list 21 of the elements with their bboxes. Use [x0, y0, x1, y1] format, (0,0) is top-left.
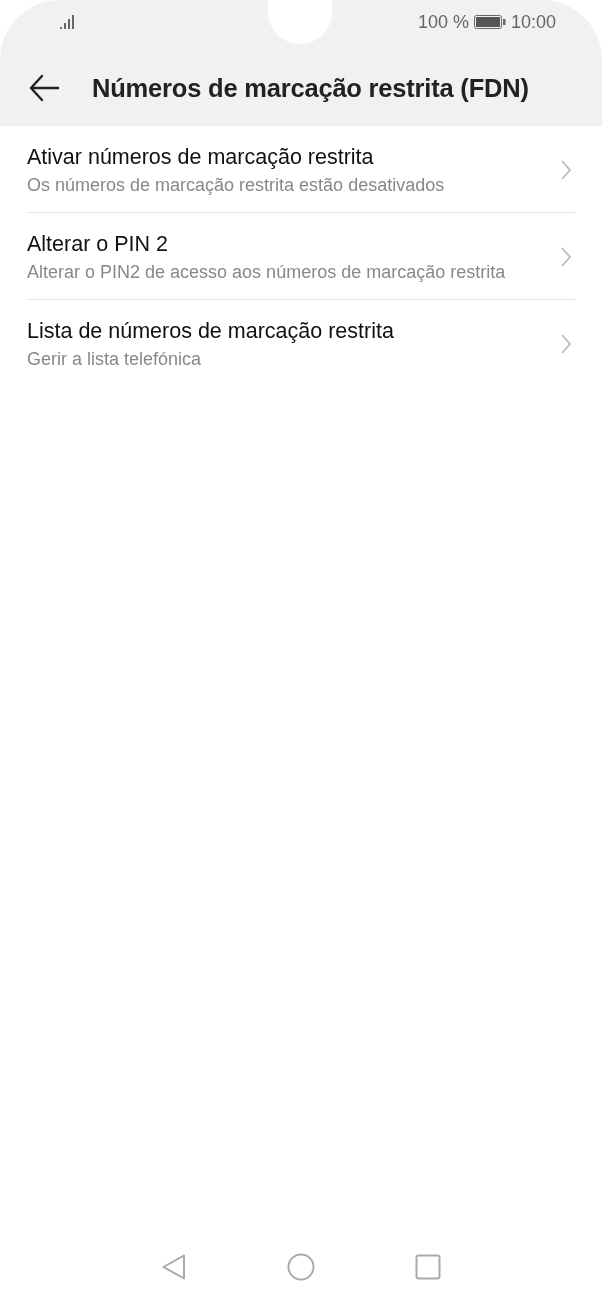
recents-nav-icon[interactable]: [415, 1254, 441, 1280]
back-button[interactable]: [28, 74, 60, 102]
settings-item[interactable]: Lista de números de marcação restrita Gerir a lista telefónica: [27, 300, 575, 386]
item-subtitle: Gerir a lista telefónica: [27, 348, 203, 371]
item-title: Alterar o PIN 2: [27, 231, 169, 258]
battery-percentage: 100 %: [417, 11, 469, 33]
signal-icon: [60, 14, 76, 30]
item-title: Ativar números de marcação restrita: [27, 144, 375, 171]
settings-item[interactable]: Alterar o PIN 2 Alterar o PIN2 de acesso aos números de marcação restrita: [27, 213, 575, 300]
item-subtitle: Alterar o PIN2 de acesso aos números de marcação restrita: [27, 261, 507, 284]
chevron-icon: [561, 247, 571, 267]
item-title: Lista de números de marcação restrita: [27, 318, 395, 345]
item-subtitle: Os números de marcação restrita estão desativados: [27, 174, 446, 197]
page-title: Números de marcação restrita (FDN): [92, 73, 529, 103]
chevron-icon: [561, 334, 571, 354]
home-nav-icon[interactable]: [287, 1253, 315, 1281]
back-nav-icon[interactable]: [161, 1253, 187, 1281]
clock-time: 10:00: [510, 11, 556, 33]
battery-icon: [473, 14, 506, 30]
settings-item[interactable]: Ativar números de marcação restrita Os números de marcação restrita estão desativados: [27, 126, 575, 213]
chevron-icon: [561, 160, 571, 180]
